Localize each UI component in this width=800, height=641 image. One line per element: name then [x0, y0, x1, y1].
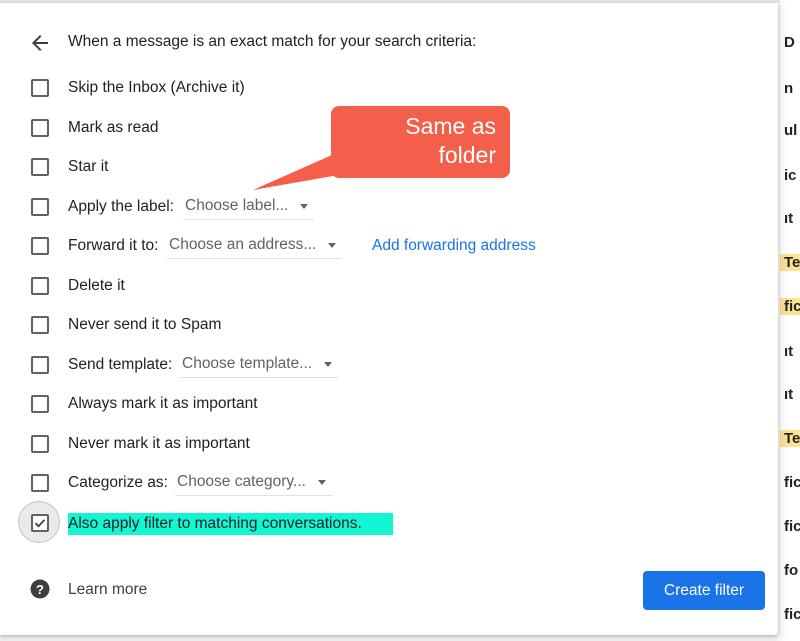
option-label: Always mark it as important [68, 395, 258, 412]
learn-more-link[interactable]: Learn more [68, 581, 147, 599]
annotation-text: Same as folder [405, 113, 496, 168]
checkbox[interactable] [31, 237, 49, 255]
checkbox[interactable] [31, 158, 49, 176]
label-dropdown[interactable]: Choose label... [183, 195, 315, 220]
annotation-callout: Same as folder [331, 106, 510, 178]
template-dropdown[interactable]: Choose template... [180, 353, 339, 378]
arrow-back-icon[interactable] [28, 31, 52, 55]
forward-address-dropdown[interactable]: Choose an address... [167, 234, 343, 259]
checkbox[interactable] [31, 435, 49, 453]
option-apply-label[interactable]: Apply the label: Choose label... [0, 191, 760, 223]
option-categorize[interactable]: Categorize as: Choose category... [0, 467, 760, 499]
option-label: Skip the Inbox (Archive it) [68, 79, 245, 96]
help-circle-icon[interactable]: ? [30, 579, 50, 599]
checkbox[interactable] [31, 356, 49, 374]
bg-fragment: Te [780, 254, 800, 271]
bg-fragment: ıt [784, 386, 794, 403]
bg-fragment: fic [784, 606, 800, 623]
bg-fragment: fic [780, 298, 800, 315]
bg-fragment: ıt [784, 210, 794, 227]
bg-fragment: ul [784, 122, 798, 139]
add-forwarding-address-link[interactable]: Add forwarding address [372, 237, 536, 255]
option-label: Delete it [68, 277, 125, 294]
dialog-title: When a message is an exact match for you… [68, 33, 477, 50]
bg-fragment: n [784, 80, 794, 97]
dropdown-caret-icon [324, 361, 333, 367]
option-never-important[interactable]: Never mark it as important [0, 428, 760, 460]
checkbox[interactable] [31, 198, 49, 216]
option-delete[interactable]: Delete it [0, 270, 760, 302]
option-label: Star it [68, 158, 109, 175]
option-label: Categorize as: [68, 474, 168, 491]
dropdown-caret-icon [300, 203, 309, 209]
dropdown-value: Choose label... [185, 196, 289, 214]
option-send-template[interactable]: Send template: Choose template... [0, 349, 760, 381]
checkbox[interactable] [31, 316, 49, 334]
bg-fragment: D [784, 34, 795, 51]
svg-text:?: ? [36, 582, 44, 597]
bg-fragment: fic [784, 518, 800, 535]
option-label: Forward it to: [68, 237, 159, 254]
dropdown-caret-icon [328, 242, 337, 248]
option-always-important[interactable]: Always mark it as important [0, 388, 760, 420]
bg-fragment: fo [784, 562, 799, 579]
checkbox[interactable] [31, 119, 49, 137]
option-forward[interactable]: Forward it to: Choose an address... Add … [0, 230, 760, 262]
option-label: Never send it to Spam [68, 316, 222, 333]
bg-fragment: Te [780, 430, 800, 447]
option-label: Never mark it as important [68, 435, 250, 452]
checkbox[interactable] [31, 395, 49, 413]
also-apply-checkbox[interactable] [31, 514, 49, 532]
checkbox[interactable] [31, 277, 49, 295]
checkbox[interactable] [31, 474, 49, 492]
option-label: Send template: [68, 356, 173, 373]
bg-fragment: ıt [784, 343, 794, 360]
create-filter-button[interactable]: Create filter [643, 571, 765, 610]
checkbox[interactable] [31, 79, 49, 97]
option-never-spam[interactable]: Never send it to Spam [0, 309, 760, 341]
bg-fragment: fic [784, 474, 800, 491]
option-label: Mark as read [68, 119, 159, 136]
option-skip-inbox[interactable]: Skip the Inbox (Archive it) [0, 72, 760, 104]
dropdown-value: Choose an address... [169, 235, 317, 253]
also-apply-checkbox-focus[interactable] [18, 501, 60, 543]
dialog-header: When a message is an exact match for you… [0, 25, 760, 61]
dropdown-value: Choose category... [177, 472, 306, 490]
check-icon [34, 519, 46, 528]
also-apply-label: Also apply filter to matching conversati… [68, 513, 393, 535]
bg-fragment: ic [784, 167, 797, 184]
background-page-strip: D n ul ic ıt Te fic ıt ıt Te fic fic fo … [780, 0, 800, 641]
dropdown-caret-icon [317, 479, 326, 485]
category-dropdown[interactable]: Choose category... [175, 471, 332, 496]
dropdown-value: Choose template... [182, 354, 313, 372]
option-label: Apply the label: [68, 198, 174, 215]
filter-actions-dialog: When a message is an exact match for you… [0, 3, 778, 635]
